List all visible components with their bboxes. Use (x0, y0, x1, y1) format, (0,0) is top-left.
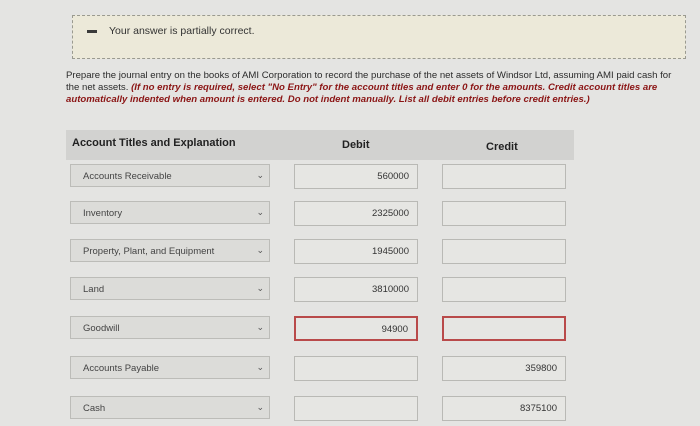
partial-correct-banner: Your answer is partially correct. (72, 15, 686, 59)
account-select-value: Inventory (83, 208, 123, 219)
prompt-instructions: (If no entry is required, select "No Ent… (66, 82, 658, 105)
journal-row: Accounts Receivable ⌄ 560000 (66, 162, 574, 194)
journal-row: Property, Plant, and Equipment ⌄ 1945000 (66, 237, 574, 269)
account-select-value: Land (83, 284, 105, 295)
debit-input[interactable]: 3810000 (294, 277, 418, 302)
debit-input[interactable] (294, 356, 418, 381)
question-page: Your answer is partially correct. Prepar… (0, 0, 700, 421)
account-select-value: Accounts Payable (83, 363, 160, 374)
question-prompt: Prepare the journal entry on the books o… (66, 70, 682, 106)
account-select[interactable]: Goodwill ⌄ (70, 316, 270, 339)
chevron-down-icon: ⌄ (256, 362, 264, 372)
journal-table-header: Account Titles and Explanation Debit Cre… (66, 130, 574, 160)
chevron-down-icon: ⌄ (256, 170, 264, 180)
debit-input[interactable]: 560000 (294, 164, 418, 189)
journal-row: Goodwill ⌄ 94900 (66, 314, 574, 346)
chevron-down-icon: ⌄ (256, 283, 264, 293)
account-select-value: Property, Plant, and Equipment (83, 246, 215, 257)
chevron-down-icon: ⌄ (256, 245, 264, 255)
credit-input[interactable]: 359800 (442, 356, 566, 381)
journal-row: Land ⌄ 3810000 (66, 275, 574, 307)
account-select[interactable]: Inventory ⌄ (70, 201, 270, 224)
account-select[interactable]: Property, Plant, and Equipment ⌄ (70, 239, 270, 262)
debit-input[interactable] (294, 396, 418, 421)
account-select-value: Cash (83, 403, 106, 414)
chevron-down-icon: ⌄ (256, 402, 264, 412)
banner-message: Your answer is partially correct. (109, 25, 255, 37)
account-select[interactable]: Land ⌄ (70, 277, 270, 300)
account-select-value: Goodwill (83, 323, 120, 334)
account-select-value: Accounts Receivable (83, 171, 172, 182)
debit-input[interactable]: 1945000 (294, 239, 418, 264)
journal-row: Accounts Payable ⌄ 359800 (66, 354, 574, 386)
minus-icon (87, 30, 97, 33)
debit-input[interactable]: 94900 (294, 316, 418, 341)
account-select[interactable]: Accounts Payable ⌄ (70, 356, 270, 379)
account-select[interactable]: Accounts Receivable ⌄ (70, 164, 270, 187)
credit-input[interactable] (442, 277, 566, 302)
journal-row: Cash ⌄ 8375100 (66, 394, 574, 426)
credit-input[interactable] (442, 316, 566, 341)
header-debit: Debit (342, 139, 370, 151)
chevron-down-icon: ⌄ (256, 322, 264, 332)
debit-input[interactable]: 2325000 (294, 201, 418, 226)
account-select[interactable]: Cash ⌄ (70, 396, 270, 419)
credit-input[interactable] (442, 239, 566, 264)
journal-row: Inventory ⌄ 2325000 (66, 199, 574, 231)
header-account-titles: Account Titles and Explanation (72, 137, 236, 149)
credit-input[interactable]: 8375100 (442, 396, 566, 421)
credit-input[interactable] (442, 164, 566, 189)
chevron-down-icon: ⌄ (256, 207, 264, 217)
header-credit: Credit (486, 141, 518, 153)
credit-input[interactable] (442, 201, 566, 226)
